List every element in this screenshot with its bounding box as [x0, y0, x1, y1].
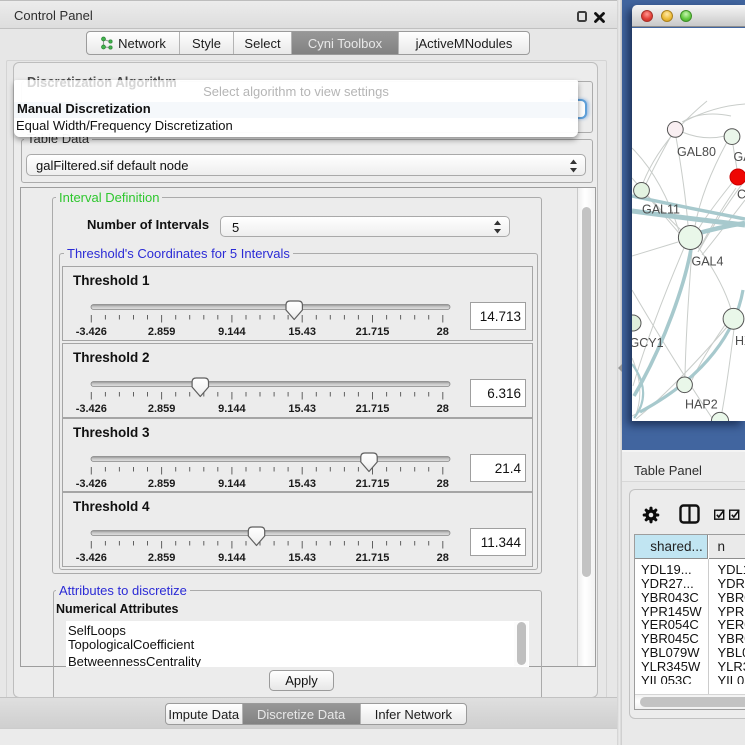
svg-text:15.43: 15.43 — [288, 478, 316, 490]
svg-text:GAL11: GAL11 — [642, 203, 680, 217]
svg-text:28: 28 — [437, 552, 449, 564]
svg-text:2.859: 2.859 — [148, 552, 176, 564]
svg-text:GAL80: GAL80 — [677, 145, 716, 159]
svg-text:9.144: 9.144 — [218, 403, 246, 415]
svg-text:GAL3: GAL3 — [734, 150, 745, 164]
svg-text:HXT: HXT — [735, 334, 745, 348]
svg-text:28: 28 — [437, 478, 449, 490]
svg-text:15.43: 15.43 — [288, 552, 316, 564]
svg-text:28: 28 — [437, 403, 449, 415]
svg-text:9.144: 9.144 — [218, 478, 246, 490]
svg-text:-3.426: -3.426 — [76, 478, 107, 490]
svg-text:2.859: 2.859 — [148, 478, 176, 490]
svg-text:9.144: 9.144 — [218, 326, 246, 338]
svg-text:CDC: CDC — [737, 188, 745, 202]
svg-text:2.859: 2.859 — [148, 326, 176, 338]
svg-text:21.715: 21.715 — [356, 478, 390, 490]
svg-text:2.859: 2.859 — [148, 403, 176, 415]
svg-text:-3.426: -3.426 — [76, 403, 107, 415]
svg-text:GAL4: GAL4 — [692, 255, 724, 269]
svg-text:GCY1: GCY1 — [632, 336, 664, 350]
svg-text:28: 28 — [437, 326, 449, 338]
svg-text:HAP2: HAP2 — [685, 398, 718, 412]
svg-text:21.715: 21.715 — [356, 552, 390, 564]
svg-text:15.43: 15.43 — [288, 403, 316, 415]
svg-text:21.715: 21.715 — [356, 403, 390, 415]
svg-text:9.144: 9.144 — [218, 552, 246, 564]
svg-text:-3.426: -3.426 — [76, 326, 107, 338]
svg-text:-3.426: -3.426 — [76, 552, 107, 564]
svg-text:15.43: 15.43 — [288, 326, 316, 338]
svg-text:21.715: 21.715 — [356, 326, 390, 338]
